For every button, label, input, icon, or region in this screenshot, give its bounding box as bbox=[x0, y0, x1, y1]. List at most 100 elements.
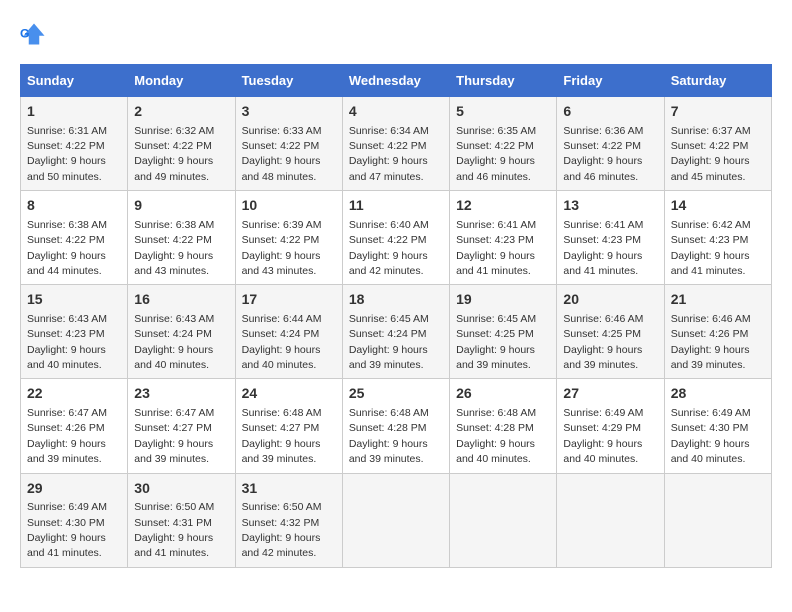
calendar-cell: 13 Sunrise: 6:41 AMSunset: 4:23 PMDaylig… bbox=[557, 191, 664, 285]
day-info: Sunrise: 6:41 AMSunset: 4:23 PMDaylight:… bbox=[563, 219, 643, 277]
calendar-header: SundayMondayTuesdayWednesdayThursdayFrid… bbox=[21, 65, 772, 97]
weekday-header-wednesday: Wednesday bbox=[342, 65, 449, 97]
calendar-cell bbox=[557, 473, 664, 567]
day-number: 18 bbox=[349, 290, 443, 310]
day-number: 23 bbox=[134, 384, 228, 404]
page-header: G bbox=[20, 20, 772, 48]
day-info: Sunrise: 6:41 AMSunset: 4:23 PMDaylight:… bbox=[456, 219, 536, 277]
calendar-cell: 21 Sunrise: 6:46 AMSunset: 4:26 PMDaylig… bbox=[664, 285, 771, 379]
calendar-week-1: 1 Sunrise: 6:31 AMSunset: 4:22 PMDayligh… bbox=[21, 97, 772, 191]
day-number: 6 bbox=[563, 102, 657, 122]
day-number: 1 bbox=[27, 102, 121, 122]
day-number: 7 bbox=[671, 102, 765, 122]
day-number: 5 bbox=[456, 102, 550, 122]
calendar-cell: 9 Sunrise: 6:38 AMSunset: 4:22 PMDayligh… bbox=[128, 191, 235, 285]
calendar-cell: 30 Sunrise: 6:50 AMSunset: 4:31 PMDaylig… bbox=[128, 473, 235, 567]
day-info: Sunrise: 6:45 AMSunset: 4:25 PMDaylight:… bbox=[456, 313, 536, 371]
logo: G bbox=[20, 20, 52, 48]
day-info: Sunrise: 6:49 AMSunset: 4:29 PMDaylight:… bbox=[563, 407, 643, 465]
calendar-cell: 7 Sunrise: 6:37 AMSunset: 4:22 PMDayligh… bbox=[664, 97, 771, 191]
calendar-cell: 27 Sunrise: 6:49 AMSunset: 4:29 PMDaylig… bbox=[557, 379, 664, 473]
day-number: 24 bbox=[242, 384, 336, 404]
day-info: Sunrise: 6:38 AMSunset: 4:22 PMDaylight:… bbox=[134, 219, 214, 277]
day-info: Sunrise: 6:38 AMSunset: 4:22 PMDaylight:… bbox=[27, 219, 107, 277]
day-info: Sunrise: 6:49 AMSunset: 4:30 PMDaylight:… bbox=[27, 501, 107, 559]
day-number: 31 bbox=[242, 479, 336, 499]
calendar-cell: 1 Sunrise: 6:31 AMSunset: 4:22 PMDayligh… bbox=[21, 97, 128, 191]
weekday-header-monday: Monday bbox=[128, 65, 235, 97]
calendar-cell: 14 Sunrise: 6:42 AMSunset: 4:23 PMDaylig… bbox=[664, 191, 771, 285]
day-info: Sunrise: 6:42 AMSunset: 4:23 PMDaylight:… bbox=[671, 219, 751, 277]
calendar-cell: 2 Sunrise: 6:32 AMSunset: 4:22 PMDayligh… bbox=[128, 97, 235, 191]
day-number: 17 bbox=[242, 290, 336, 310]
calendar-cell: 4 Sunrise: 6:34 AMSunset: 4:22 PMDayligh… bbox=[342, 97, 449, 191]
day-number: 16 bbox=[134, 290, 228, 310]
day-info: Sunrise: 6:47 AMSunset: 4:26 PMDaylight:… bbox=[27, 407, 107, 465]
day-number: 4 bbox=[349, 102, 443, 122]
day-number: 26 bbox=[456, 384, 550, 404]
calendar-cell: 25 Sunrise: 6:48 AMSunset: 4:28 PMDaylig… bbox=[342, 379, 449, 473]
calendar-table: SundayMondayTuesdayWednesdayThursdayFrid… bbox=[20, 64, 772, 568]
day-info: Sunrise: 6:48 AMSunset: 4:28 PMDaylight:… bbox=[349, 407, 429, 465]
calendar-week-4: 22 Sunrise: 6:47 AMSunset: 4:26 PMDaylig… bbox=[21, 379, 772, 473]
day-number: 3 bbox=[242, 102, 336, 122]
calendar-cell: 12 Sunrise: 6:41 AMSunset: 4:23 PMDaylig… bbox=[450, 191, 557, 285]
calendar-cell bbox=[342, 473, 449, 567]
calendar-cell bbox=[664, 473, 771, 567]
day-info: Sunrise: 6:33 AMSunset: 4:22 PMDaylight:… bbox=[242, 125, 322, 183]
day-info: Sunrise: 6:39 AMSunset: 4:22 PMDaylight:… bbox=[242, 219, 322, 277]
calendar-week-5: 29 Sunrise: 6:49 AMSunset: 4:30 PMDaylig… bbox=[21, 473, 772, 567]
calendar-cell: 29 Sunrise: 6:49 AMSunset: 4:30 PMDaylig… bbox=[21, 473, 128, 567]
weekday-header-tuesday: Tuesday bbox=[235, 65, 342, 97]
calendar-cell: 20 Sunrise: 6:46 AMSunset: 4:25 PMDaylig… bbox=[557, 285, 664, 379]
day-info: Sunrise: 6:40 AMSunset: 4:22 PMDaylight:… bbox=[349, 219, 429, 277]
day-info: Sunrise: 6:45 AMSunset: 4:24 PMDaylight:… bbox=[349, 313, 429, 371]
day-info: Sunrise: 6:36 AMSunset: 4:22 PMDaylight:… bbox=[563, 125, 643, 183]
calendar-cell: 24 Sunrise: 6:48 AMSunset: 4:27 PMDaylig… bbox=[235, 379, 342, 473]
calendar-cell: 22 Sunrise: 6:47 AMSunset: 4:26 PMDaylig… bbox=[21, 379, 128, 473]
calendar-week-3: 15 Sunrise: 6:43 AMSunset: 4:23 PMDaylig… bbox=[21, 285, 772, 379]
day-info: Sunrise: 6:48 AMSunset: 4:27 PMDaylight:… bbox=[242, 407, 322, 465]
day-info: Sunrise: 6:43 AMSunset: 4:24 PMDaylight:… bbox=[134, 313, 214, 371]
weekday-header-saturday: Saturday bbox=[664, 65, 771, 97]
day-info: Sunrise: 6:50 AMSunset: 4:31 PMDaylight:… bbox=[134, 501, 214, 559]
calendar-cell: 10 Sunrise: 6:39 AMSunset: 4:22 PMDaylig… bbox=[235, 191, 342, 285]
weekday-header-sunday: Sunday bbox=[21, 65, 128, 97]
calendar-cell: 18 Sunrise: 6:45 AMSunset: 4:24 PMDaylig… bbox=[342, 285, 449, 379]
day-number: 8 bbox=[27, 196, 121, 216]
weekday-header-thursday: Thursday bbox=[450, 65, 557, 97]
calendar-cell: 23 Sunrise: 6:47 AMSunset: 4:27 PMDaylig… bbox=[128, 379, 235, 473]
day-info: Sunrise: 6:49 AMSunset: 4:30 PMDaylight:… bbox=[671, 407, 751, 465]
day-info: Sunrise: 6:43 AMSunset: 4:23 PMDaylight:… bbox=[27, 313, 107, 371]
day-info: Sunrise: 6:32 AMSunset: 4:22 PMDaylight:… bbox=[134, 125, 214, 183]
day-info: Sunrise: 6:34 AMSunset: 4:22 PMDaylight:… bbox=[349, 125, 429, 183]
day-info: Sunrise: 6:31 AMSunset: 4:22 PMDaylight:… bbox=[27, 125, 107, 183]
day-info: Sunrise: 6:48 AMSunset: 4:28 PMDaylight:… bbox=[456, 407, 536, 465]
day-number: 25 bbox=[349, 384, 443, 404]
calendar-cell: 19 Sunrise: 6:45 AMSunset: 4:25 PMDaylig… bbox=[450, 285, 557, 379]
day-number: 29 bbox=[27, 479, 121, 499]
calendar-cell: 8 Sunrise: 6:38 AMSunset: 4:22 PMDayligh… bbox=[21, 191, 128, 285]
day-number: 27 bbox=[563, 384, 657, 404]
calendar-cell: 15 Sunrise: 6:43 AMSunset: 4:23 PMDaylig… bbox=[21, 285, 128, 379]
calendar-cell: 3 Sunrise: 6:33 AMSunset: 4:22 PMDayligh… bbox=[235, 97, 342, 191]
calendar-cell: 31 Sunrise: 6:50 AMSunset: 4:32 PMDaylig… bbox=[235, 473, 342, 567]
day-number: 20 bbox=[563, 290, 657, 310]
day-info: Sunrise: 6:50 AMSunset: 4:32 PMDaylight:… bbox=[242, 501, 322, 559]
day-number: 14 bbox=[671, 196, 765, 216]
day-number: 30 bbox=[134, 479, 228, 499]
day-info: Sunrise: 6:35 AMSunset: 4:22 PMDaylight:… bbox=[456, 125, 536, 183]
calendar-cell: 28 Sunrise: 6:49 AMSunset: 4:30 PMDaylig… bbox=[664, 379, 771, 473]
day-info: Sunrise: 6:47 AMSunset: 4:27 PMDaylight:… bbox=[134, 407, 214, 465]
calendar-cell: 16 Sunrise: 6:43 AMSunset: 4:24 PMDaylig… bbox=[128, 285, 235, 379]
day-number: 9 bbox=[134, 196, 228, 216]
day-info: Sunrise: 6:46 AMSunset: 4:25 PMDaylight:… bbox=[563, 313, 643, 371]
day-number: 19 bbox=[456, 290, 550, 310]
day-number: 2 bbox=[134, 102, 228, 122]
logo-icon: G bbox=[20, 20, 48, 48]
day-number: 21 bbox=[671, 290, 765, 310]
calendar-week-2: 8 Sunrise: 6:38 AMSunset: 4:22 PMDayligh… bbox=[21, 191, 772, 285]
calendar-cell: 17 Sunrise: 6:44 AMSunset: 4:24 PMDaylig… bbox=[235, 285, 342, 379]
day-info: Sunrise: 6:44 AMSunset: 4:24 PMDaylight:… bbox=[242, 313, 322, 371]
calendar-cell bbox=[450, 473, 557, 567]
